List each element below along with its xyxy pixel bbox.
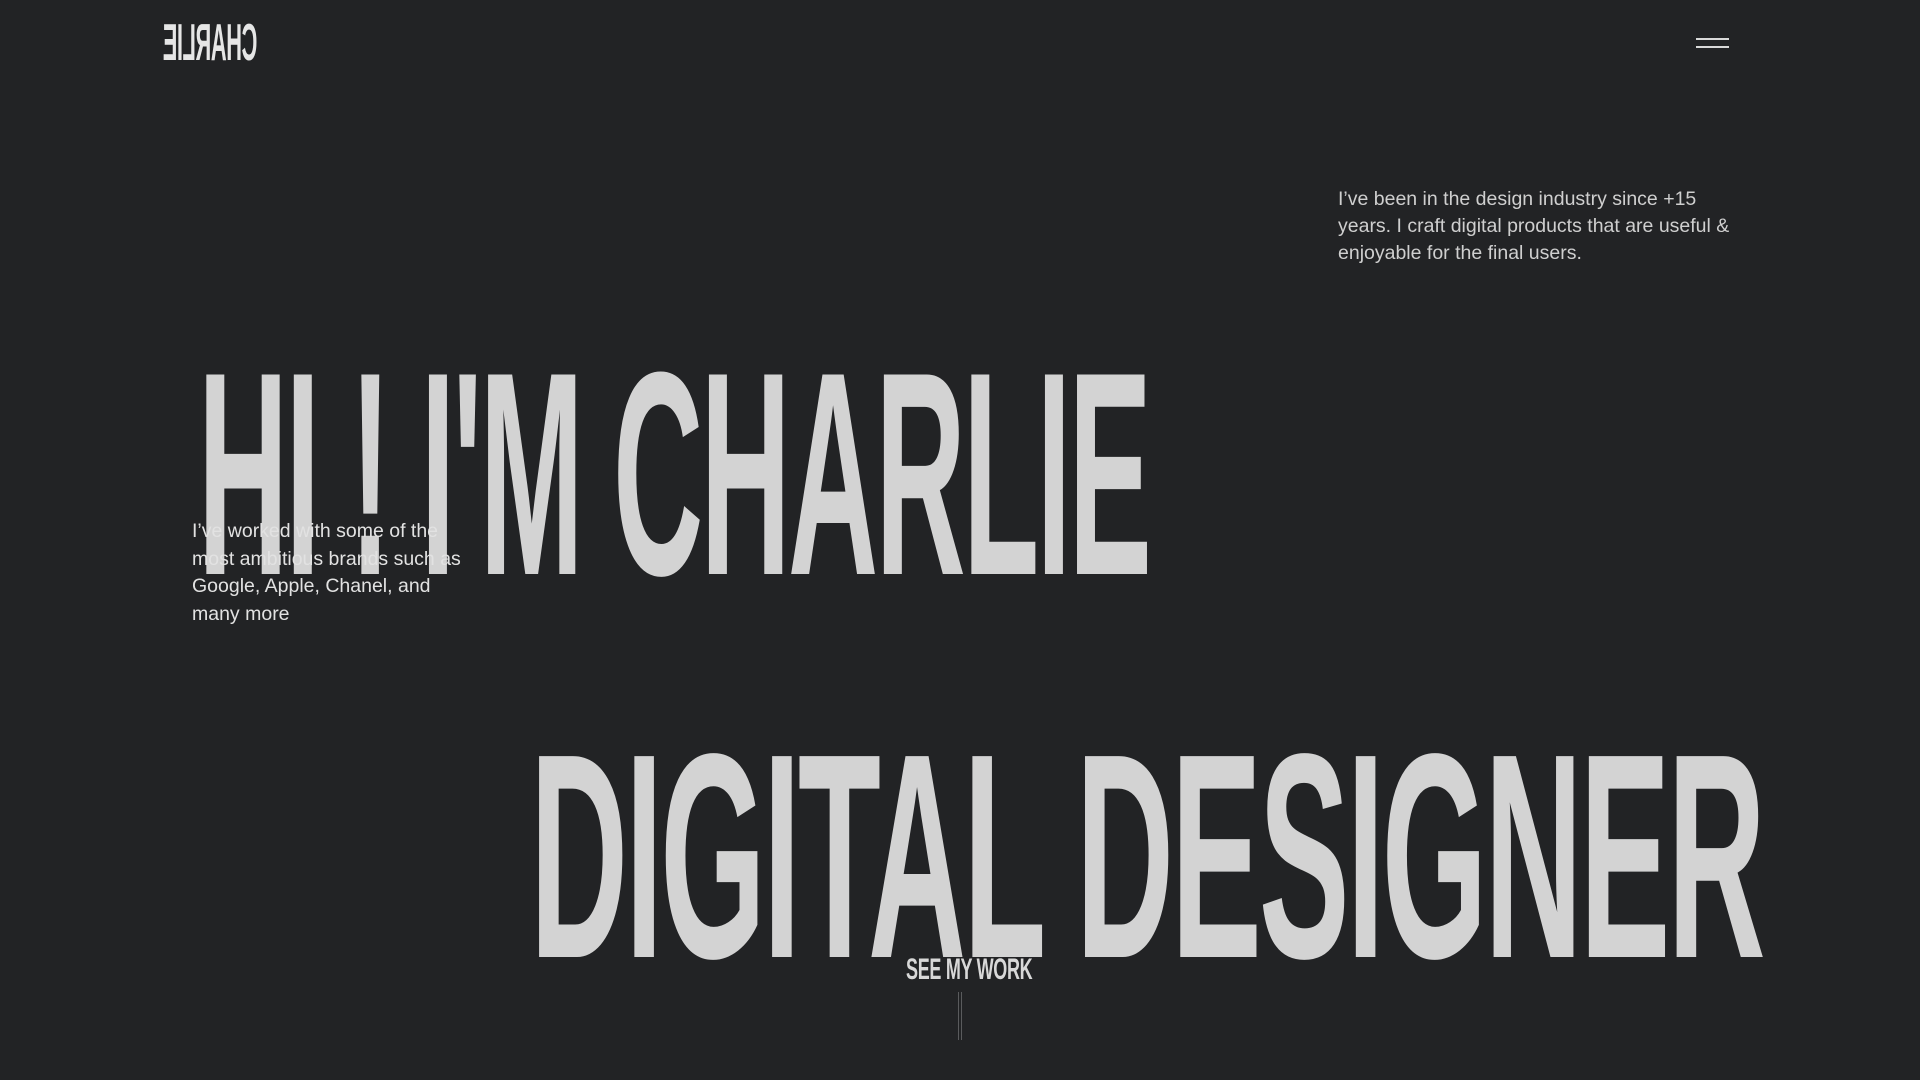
headline-role: DIGITAL DESIGNER	[530, 693, 1766, 1020]
logo[interactable]: CHARLIE	[163, 14, 257, 72]
menu-button[interactable]	[1690, 34, 1730, 56]
hamburger-menu-icon-bottom-bar	[1696, 46, 1729, 48]
see-my-work-link[interactable]: SEE MY WORK	[906, 955, 1033, 985]
brands-text: I’ve worked with some of the most ambiti…	[192, 520, 461, 625]
scroll-indicator	[958, 992, 962, 1040]
hamburger-menu-icon-top-bar	[1696, 38, 1729, 40]
intro-text: I’ve been in the design industry since +…	[1338, 188, 1730, 264]
